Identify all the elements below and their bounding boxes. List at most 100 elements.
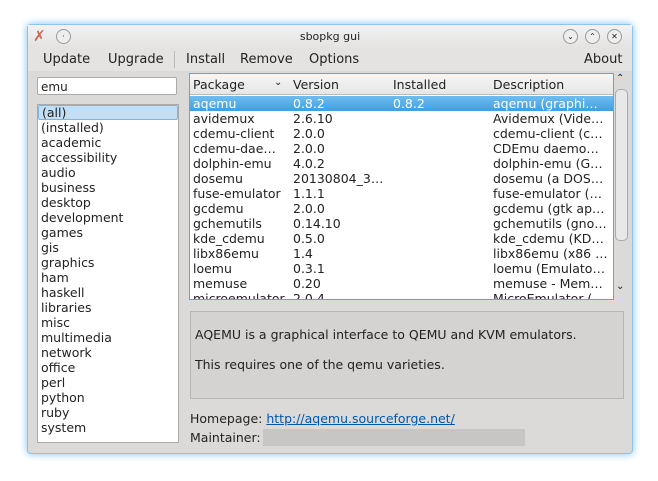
- category-item[interactable]: office: [38, 360, 178, 375]
- category-item[interactable]: graphics: [38, 255, 178, 270]
- table-cell: avidemux: [193, 111, 255, 126]
- column-header-description[interactable]: Description: [493, 77, 608, 92]
- table-row[interactable]: dolphin-emu 4.0.2 dolphin-emu (G…: [190, 156, 613, 171]
- window-title: sbopkg gui: [299, 30, 361, 43]
- category-item[interactable]: perl: [38, 375, 178, 390]
- options-button[interactable]: Options: [309, 52, 359, 67]
- table-row[interactable]: microemulator 2.0.4 MicroEmulator (: [190, 291, 613, 300]
- category-item[interactable]: (installed): [38, 120, 178, 135]
- upgrade-button[interactable]: Upgrade: [108, 52, 164, 67]
- category-item[interactable]: ruby: [38, 405, 178, 420]
- table-cell: aqemu: [193, 96, 237, 111]
- table-cell: 0.8.2: [293, 96, 325, 111]
- table-cell: microemulator: [193, 291, 285, 300]
- table-cell: cdemu-dae…: [193, 141, 276, 156]
- category-item[interactable]: academic: [38, 135, 178, 150]
- table-cell: 4.0.2: [293, 156, 325, 171]
- category-item[interactable]: gis: [38, 240, 178, 255]
- category-item[interactable]: ham: [38, 270, 178, 285]
- table-scrollbar[interactable]: ⌃ ⌄: [613, 73, 628, 298]
- column-header-installed[interactable]: Installed: [393, 77, 488, 92]
- table-cell: 2.0.0: [293, 201, 325, 216]
- title-bar: ✗ · sbopkg gui ⌄ ⌃ ✕: [28, 25, 632, 48]
- scrollbar-thumb[interactable]: [615, 89, 628, 241]
- table-row[interactable]: gcdemu 2.0.0 gcdemu (gtk ap…: [190, 201, 613, 216]
- category-item[interactable]: games: [38, 225, 178, 240]
- description-line: This requires one of the qemu varieties.: [195, 357, 445, 372]
- table-cell: dolphin-emu: [193, 156, 272, 171]
- table-cell: kde_cdemu: [193, 231, 265, 246]
- table-cell: 0.20: [293, 276, 321, 291]
- close-button[interactable]: ✕: [607, 29, 622, 44]
- table-cell: gchemutils (gno…: [493, 216, 607, 231]
- table-row[interactable]: fuse-emulator 1.1.1 fuse-emulator (…: [190, 186, 613, 201]
- sort-chevron-icon: ⌄: [274, 77, 283, 88]
- table-cell: aqemu (graphi…: [493, 96, 598, 111]
- maintainer-label: Maintainer:: [190, 430, 261, 445]
- table-cell: loemu (Emulato…: [493, 261, 605, 276]
- table-row[interactable]: kde_cdemu 0.5.0 kde_cdemu (KD…: [190, 231, 613, 246]
- table-cell: dolphin-emu (G…: [493, 156, 603, 171]
- category-item[interactable]: development: [38, 210, 178, 225]
- category-item[interactable]: python: [38, 390, 178, 405]
- table-row[interactable]: memuse 0.20 memuse - Mem…: [190, 276, 613, 291]
- update-button[interactable]: Update: [43, 52, 90, 67]
- category-item[interactable]: audio: [38, 165, 178, 180]
- scroll-down-icon[interactable]: ⌄: [616, 281, 624, 292]
- scroll-up-icon[interactable]: ⌃: [616, 73, 624, 84]
- table-cell: kde_cdemu (KD…: [493, 231, 604, 246]
- minimize-button[interactable]: ⌄: [563, 29, 578, 44]
- category-item[interactable]: desktop: [38, 195, 178, 210]
- about-button[interactable]: About: [584, 52, 622, 67]
- maintainer-value: [263, 429, 525, 446]
- category-item[interactable]: multimedia: [38, 330, 178, 345]
- table-row[interactable]: libx86emu 1.4 libx86emu (x86 …: [190, 246, 613, 261]
- table-cell: 1.4: [293, 246, 313, 261]
- table-cell: 2.6.10: [293, 111, 333, 126]
- table-row[interactable]: aqemu 0.8.2 0.8.2 aqemu (graphi…: [190, 96, 613, 111]
- table-cell: 0.5.0: [293, 231, 325, 246]
- app-window: ✗ · sbopkg gui ⌄ ⌃ ✕ Update Upgrade Inst…: [27, 24, 633, 454]
- table-row[interactable]: loemu 0.3.1 loemu (Emulato…: [190, 261, 613, 276]
- table-cell: fuse-emulator (…: [493, 186, 602, 201]
- table-cell: gchemutils: [193, 216, 262, 231]
- table-row[interactable]: dosemu 20130804_3… dosemu (a DOS…: [190, 171, 613, 186]
- table-cell: memuse: [193, 276, 248, 291]
- table-row[interactable]: cdemu-dae… 2.0.0 CDEmu daemo…: [190, 141, 613, 156]
- category-item[interactable]: business: [38, 180, 178, 195]
- table-cell: 0.14.10: [293, 216, 341, 231]
- category-item[interactable]: system: [38, 420, 178, 435]
- column-header-version[interactable]: Version: [293, 77, 390, 92]
- category-item[interactable]: misc: [38, 315, 178, 330]
- table-cell: libx86emu (x86 …: [493, 246, 608, 261]
- table-cell: 20130804_3…: [293, 171, 384, 186]
- homepage-row: Homepage: http://aqemu.sourceforge.net/: [190, 411, 455, 426]
- category-list[interactable]: (all) (installed) academic accessibility aud…: [37, 104, 179, 443]
- table-row[interactable]: cdemu-client 2.0.0 cdemu-client (c…: [190, 126, 613, 141]
- remove-button[interactable]: Remove: [240, 52, 293, 67]
- table-cell: cdemu-client (c…: [493, 126, 603, 141]
- table-row[interactable]: gchemutils 0.14.10 gchemutils (gno…: [190, 216, 613, 231]
- description-panel: AQEMU is a graphical interface to QEMU a…: [190, 311, 624, 399]
- category-item[interactable]: accessibility: [38, 150, 178, 165]
- table-cell: CDEmu daemo…: [493, 141, 599, 156]
- table-cell: 2.0.0: [293, 141, 325, 156]
- homepage-link[interactable]: http://aqemu.sourceforge.net/: [266, 411, 454, 426]
- install-button[interactable]: Install: [186, 52, 225, 67]
- category-item[interactable]: (all): [38, 105, 178, 120]
- category-item[interactable]: network: [38, 345, 178, 360]
- category-item[interactable]: haskell: [38, 285, 178, 300]
- table-cell: libx86emu: [193, 246, 259, 261]
- table-cell: MicroEmulator (: [493, 291, 593, 300]
- table-cell: gcdemu: [193, 201, 244, 216]
- maximize-button[interactable]: ⌃: [585, 29, 600, 44]
- table-cell: Avidemux (Vide…: [493, 111, 604, 126]
- toolbar-separator: [174, 51, 175, 68]
- table-cell: loemu: [193, 261, 232, 276]
- category-item[interactable]: libraries: [38, 300, 178, 315]
- package-table[interactable]: Package ⌄ Version Installed Description …: [189, 73, 614, 300]
- search-input[interactable]: emu: [37, 77, 177, 95]
- table-row[interactable]: avidemux 2.6.10 Avidemux (Vide…: [190, 111, 613, 126]
- table-header: Package ⌄ Version Installed Description: [190, 74, 613, 95]
- table-cell: fuse-emulator: [193, 186, 281, 201]
